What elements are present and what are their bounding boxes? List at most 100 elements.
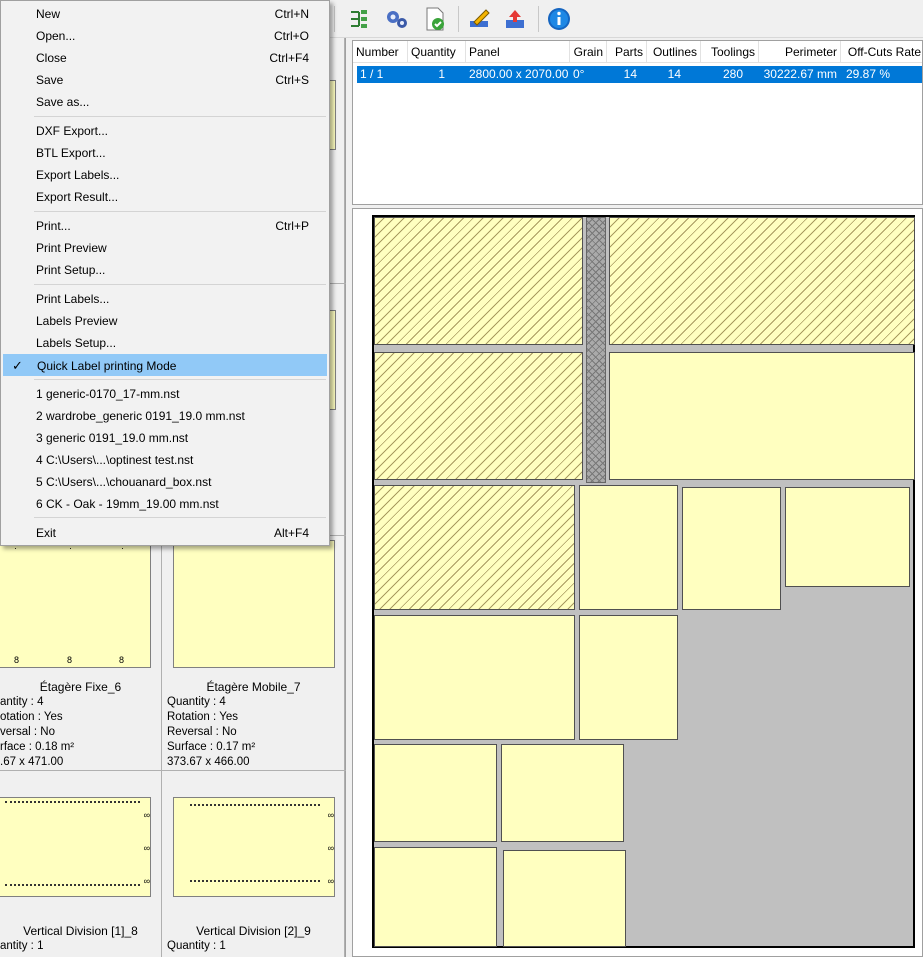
menu-item-recent-file-6[interactable]: 6 CK - Oak - 19mm_19.00 mm.nst [3,493,327,515]
part-rotation: otation : Yes [0,711,63,723]
menu-item-label: Print... [36,219,71,233]
menu-separator [34,211,326,212]
column-header-perimeter[interactable]: Perimeter [759,41,841,63]
menu-item-recent-file-2[interactable]: 2 wardrobe_generic 0191_19.0 mm.nst [3,405,327,427]
menu-item-recent-file-3[interactable]: 3 generic 0191_19.0 mm.nst [3,427,327,449]
part-quantity: Quantity : 1 [167,940,226,952]
part-name: Étagère Fixe_6 [39,680,122,694]
menu-separator [34,116,326,117]
menu-item-labels-preview[interactable]: Labels Preview [3,310,327,332]
row-divider [0,770,346,771]
part-size: 373.67 x 466.00 [167,756,250,768]
part-reversal: versal : No [0,726,55,738]
nested-part[interactable] [374,744,497,842]
part-quantity: antity : 1 [0,940,44,952]
column-header-number[interactable]: Number [353,41,408,63]
toolbar-separator [538,6,539,32]
menu-item-recent-file-4[interactable]: 4 C:\Users\...\optinest test.nst [3,449,327,471]
column-header-grain[interactable]: Grain [570,41,607,63]
menu-item-label: Labels Setup... [36,336,117,350]
menu-item-print-labels[interactable]: Print Labels... [3,288,327,310]
part-name: Vertical Division [1]_8 [23,924,138,938]
nested-part[interactable] [682,487,781,610]
menu-item-recent-file-1[interactable]: 1 generic-0170_17-mm.nst [3,383,327,405]
menu-item-save-as[interactable]: Save as... [3,91,327,113]
menu-item-export-result[interactable]: Export Result... [3,186,327,208]
menu-item-label: Print Preview [36,241,107,255]
export-icon[interactable] [500,4,530,34]
column-header-parts[interactable]: Parts [607,41,647,63]
menu-item-label: Print Labels... [36,292,110,306]
menu-item-close[interactable]: Close Ctrl+F4 [3,47,327,69]
column-header-toolings[interactable]: Toolings [701,41,759,63]
nested-part[interactable] [374,615,575,740]
menu-item-print-preview[interactable]: Print Preview [3,237,327,259]
nested-part[interactable] [503,850,626,947]
nested-part[interactable] [501,744,624,842]
nested-part[interactable] [579,485,678,610]
nested-part[interactable] [609,352,915,480]
menu-item-label: Export Result... [36,190,119,204]
column-divider [344,0,345,957]
menu-item-btl-export[interactable]: BTL Export... [3,142,327,164]
menu-item-label: Export Labels... [36,168,120,182]
cell-parts: 14 [623,67,637,81]
cell-panel: 2800.00 x 2070.00 [469,67,569,81]
nested-part[interactable] [374,485,575,610]
menu-item-shortcut: Ctrl+P [275,219,309,233]
cell-perimeter: 30222.67 mm [763,67,837,81]
menu-item-export-labels[interactable]: Export Labels... [3,164,327,186]
menu-item-label: 4 C:\Users\...\optinest test.nst [36,453,194,467]
toolbar [330,0,923,38]
part-surface: Surface : 0.17 m² [167,741,256,753]
menu-item-dxf-export[interactable]: DXF Export... [3,120,327,142]
nested-part[interactable] [374,217,583,345]
part-quantity: Quantity : 4 [167,696,226,708]
results-table: Number Quantity Panel Grain Parts Outlin… [352,40,923,205]
menu-item-label: Print Setup... [36,263,106,277]
info-icon[interactable] [544,4,574,34]
tree-settings-icon[interactable] [344,4,374,34]
menu-item-print-setup[interactable]: Print Setup... [3,259,327,281]
menu-item-label: Save [36,73,64,87]
kerf-strip [586,217,606,483]
part-rotation: Rotation : Yes [167,711,238,723]
menu-item-new[interactable]: New Ctrl+N [3,3,327,25]
menu-item-recent-file-5[interactable]: 5 C:\Users\...\chouanard_box.nst [3,471,327,493]
part-thumbnail-etagere-fixe[interactable]: 8 8 8 · · · [0,540,151,668]
menu-item-exit[interactable]: Exit Alt+F4 [3,522,327,544]
nested-part[interactable] [609,217,915,345]
nested-part[interactable] [785,487,910,587]
cell-toolings: 280 [722,67,743,81]
column-header-panel[interactable]: Panel [466,41,570,63]
panel-sheet[interactable] [372,215,915,948]
column-header-quantity[interactable]: Quantity [408,41,466,63]
column-header-offcuts-rate[interactable]: Off-Cuts Rate [841,41,922,63]
part-thumbnail-vertical-division-1[interactable]: ∞ ∞ ∞ [0,797,151,897]
menu-item-quick-label-mode[interactable]: ✓ Quick Label printing Mode [3,354,327,376]
column-header-outlines[interactable]: Outlines [647,41,701,63]
document-check-icon[interactable] [420,4,450,34]
cell-quantity: 1 [438,67,445,81]
part-name: Vertical Division [2]_9 [196,924,311,938]
menu-item-print[interactable]: Print... Ctrl+P [3,215,327,237]
part-thumbnail-etagere-mobile[interactable] [173,540,335,668]
menu-item-open[interactable]: Open... Ctrl+O [3,25,327,47]
menu-item-labels-setup[interactable]: Labels Setup... [3,332,327,354]
nested-part[interactable] [374,847,497,947]
menu-item-label: BTL Export... [36,146,106,160]
part-thumbnail-vertical-division-2[interactable]: ∞ ∞ ∞ [173,797,335,897]
table-row[interactable]: 1 / 1 1 2800.00 x 2070.00 0° 14 14 280 3… [357,66,922,83]
cell-number: 1 / 1 [360,67,384,81]
nested-part[interactable] [579,615,678,740]
nested-part[interactable] [374,352,583,480]
edit-pencil-icon[interactable] [465,4,495,34]
gears-icon[interactable] [382,4,412,34]
menu-item-label: 2 wardrobe_generic 0191_19.0 mm.nst [36,409,245,423]
menu-separator [34,517,326,518]
menu-item-label: Labels Preview [36,314,118,328]
menu-item-label: Exit [36,526,57,540]
cell-offcuts-rate: 29.87 % [846,67,891,81]
menu-separator [34,379,326,380]
menu-item-save[interactable]: Save Ctrl+S [3,69,327,91]
